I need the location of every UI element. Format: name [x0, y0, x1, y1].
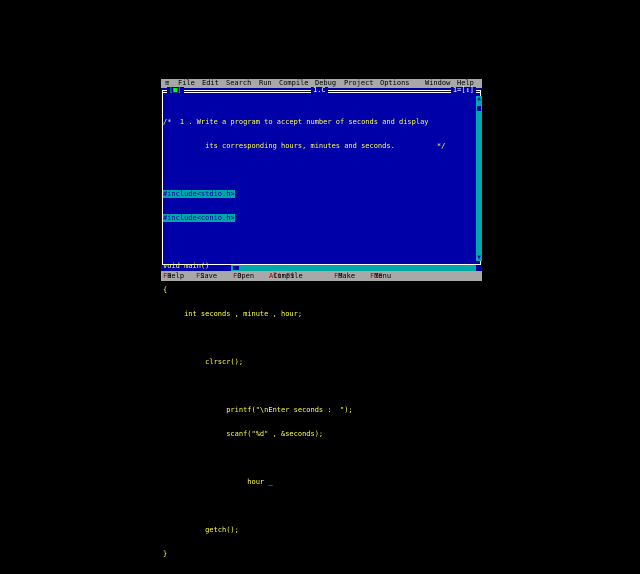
menu-edit[interactable]: Edit	[202, 79, 219, 88]
function-key-bar: F1 Help F2 Save F3 Open Alt-F9 Compile F…	[161, 271, 482, 281]
close-box-icon[interactable]: [■]	[167, 87, 184, 94]
menu-compile[interactable]: Compile	[279, 79, 309, 88]
code-line: hour _	[163, 478, 273, 486]
fkey-menu[interactable]: F10 Menu	[370, 271, 391, 281]
menu-options[interactable]: Options	[380, 79, 410, 88]
fkey-help[interactable]: F1 Help	[163, 271, 184, 281]
menu-window[interactable]: Window	[425, 79, 450, 88]
fkey-open[interactable]: F3 Open	[233, 271, 254, 281]
code-line: clrscr();	[163, 358, 244, 366]
fkey-compile[interactable]: Alt-F9 Compile	[269, 271, 303, 281]
turbo-c-ide: ≡ File Edit Search Run Compile Debug Pro…	[161, 79, 482, 558]
menu-run[interactable]: Run	[259, 79, 272, 88]
code-line-selected: #include<stdio.h>	[163, 190, 235, 198]
fkey-save[interactable]: F2 Save	[196, 271, 217, 281]
code-line: its corresponding hours, minutes and sec…	[163, 142, 446, 150]
code-line: int seconds , minute , hour;	[163, 310, 303, 318]
code-line-selected: #include<conio.h>	[163, 214, 235, 222]
code-line: /* 1 . Write a program to accept number …	[163, 118, 429, 126]
fkey-make[interactable]: F9 Make	[334, 271, 355, 281]
scroll-thumb[interactable]	[477, 106, 481, 111]
window-title: 1.C	[311, 86, 328, 94]
code-line: scanf("%d" , &seconds);	[163, 430, 324, 438]
menu-search[interactable]: Search	[226, 79, 251, 88]
scroll-down-icon[interactable]: ▼	[476, 255, 482, 261]
scroll-up-icon[interactable]: ▲	[476, 96, 482, 102]
hscroll-thumb[interactable]	[233, 266, 239, 270]
editor-window: [■] 1.C 1=[↕] /* 1 . Write a program to …	[161, 86, 482, 558]
code-editor[interactable]: /* 1 . Write a program to accept number …	[163, 102, 473, 574]
menu-project[interactable]: Project	[344, 79, 374, 88]
window-number-zoom-icon[interactable]: 1=[↕]	[450, 87, 476, 94]
code-line: getch();	[163, 526, 239, 534]
vertical-scrollbar[interactable]: ▲ ▼	[476, 96, 482, 261]
code-line: {	[163, 286, 473, 294]
code-line: }	[163, 550, 168, 558]
code-line: printf("\nEnter seconds : ");	[163, 406, 353, 414]
